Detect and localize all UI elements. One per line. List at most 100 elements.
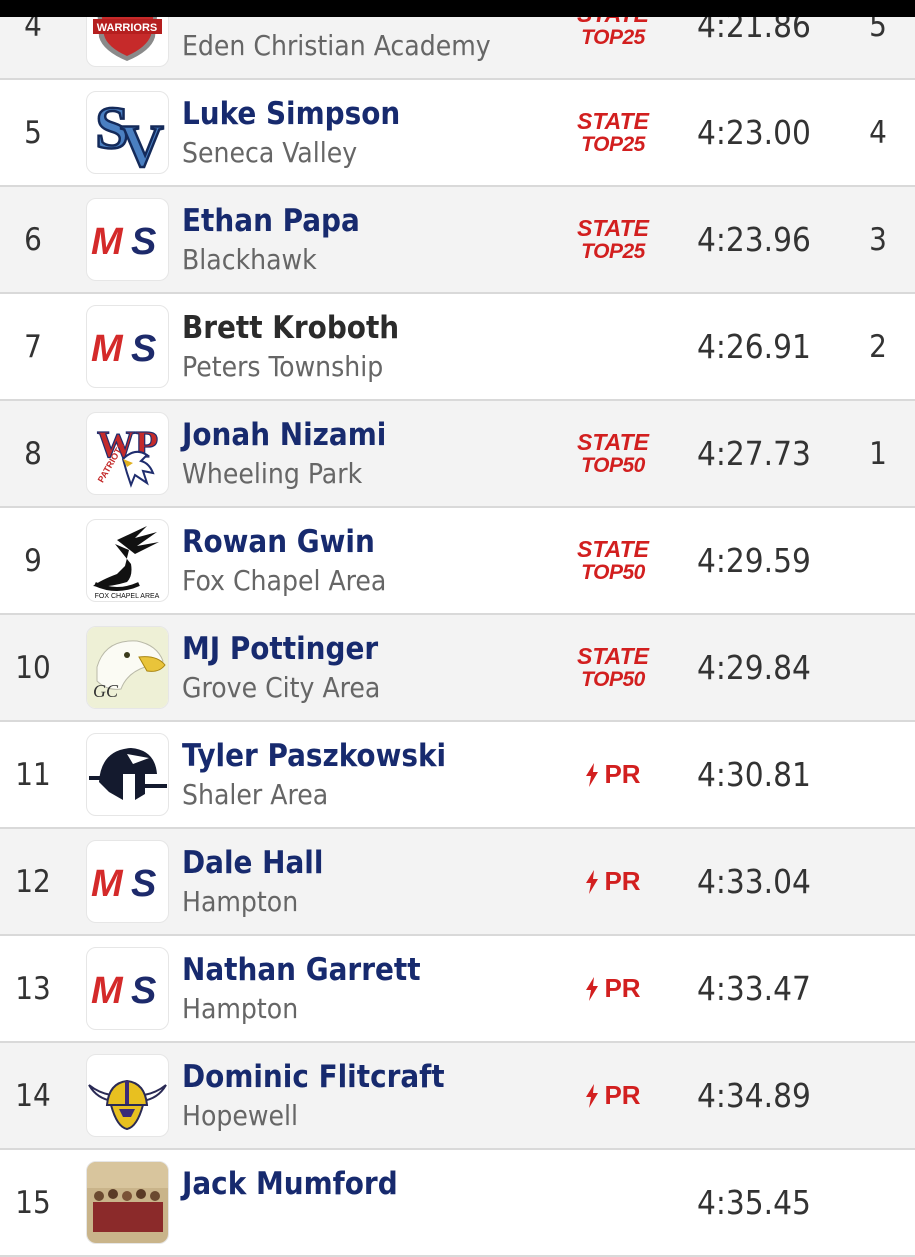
personal-record-badge: PR [572,1043,654,1148]
team-points: 1 [869,435,887,472]
state-rank-badge: STATE TOP50 [572,401,654,506]
school-name[interactable]: Peters Township [182,350,383,383]
finish-time: 4:27.73 [697,434,811,473]
sv-letters-logo: S V [86,91,169,174]
svg-text:V: V [120,113,163,173]
viking-helmet-logo [86,1054,169,1137]
team-points: 2 [869,328,887,365]
pr-label: PR [604,1080,641,1110]
school-name[interactable]: Eden Christian Academy [182,29,491,62]
finish-time: 4:29.84 [697,648,811,687]
athlete-name-link[interactable]: MJ Pottinger [182,631,378,667]
finish-time: 4:33.47 [697,969,811,1008]
place-number: 10 [15,649,51,686]
pr-label: PR [604,973,641,1003]
personal-record-badge: PR [572,936,654,1041]
finish-time: 4:23.00 [697,113,811,152]
athlete-name-link[interactable]: Ethan Papa [182,203,360,239]
result-row[interactable]: 13 M S Nathan Garrett Hampton PR 4:33.47 [0,936,915,1043]
personal-record-badge: PR [572,722,654,827]
school-name[interactable]: Shaler Area [182,778,328,811]
result-row[interactable]: 5 S V Luke Simpson Seneca Valley STATE T… [0,80,915,187]
svg-text:S: S [131,863,156,905]
athlete-name-link[interactable]: Jack Mumford [182,1166,398,1202]
team-points [855,508,901,613]
ms-placeholder-logo: M S [86,305,169,388]
badge-line-2: TOP50 [581,667,645,691]
school-name[interactable]: Hampton [182,992,298,1025]
place-number: 13 [15,970,51,1007]
result-row[interactable]: 11 Tyler Paszkowski Shaler Area PR 4:30.… [0,722,915,829]
school-name[interactable]: Seneca Valley [182,136,357,169]
team-points [855,829,901,934]
team-points [855,615,901,720]
svg-text:M: M [91,970,124,1012]
athlete-name-link[interactable]: Nathan Garrett [182,952,421,988]
result-row[interactable]: 14 Dominic Flitcraft Hopewell PR 4:34.89 [0,1043,915,1150]
lightning-icon [586,1083,599,1108]
finish-time: 4:29.59 [697,541,811,580]
titan-helmet-logo [86,733,169,816]
school-name[interactable]: Blackhawk [182,243,317,276]
svg-text:S: S [131,221,156,263]
ms-placeholder-logo: M S [86,840,169,923]
school-name[interactable]: Hopewell [182,1099,298,1132]
logo-text: WARRIORS [97,22,158,34]
team-points [855,722,901,827]
badge-line-1: STATE [577,642,649,669]
finish-time: 4:30.81 [697,755,811,794]
svg-text:S: S [131,328,156,370]
athlete-name-link[interactable]: Rowan Gwin [182,524,375,560]
place-number: 6 [24,221,42,258]
badge-line-1: STATE [577,214,649,241]
logo-text: GC [93,681,119,701]
result-row[interactable]: 10 GC MJ Pottinger Grove City Area STATE… [0,615,915,722]
patriots-eagle-logo: WP PATRIOTS [86,412,169,495]
result-row[interactable]: 9 FOX CHAPEL AREA Rowan Gwin Fox Chapel … [0,508,915,615]
school-name[interactable]: Grove City Area [182,671,380,704]
state-rank-badge: STATE TOP25 [572,187,654,292]
state-rank-badge: STATE TOP25 [572,80,654,185]
athlete-name: Brett Kroboth [182,310,400,346]
athlete-name-link[interactable]: Dale Hall [182,845,323,881]
badge-line-1: STATE [577,535,649,562]
svg-text:S: S [131,970,156,1012]
ms-placeholder-logo: M S [86,947,169,1030]
result-row[interactable]: 12 M S Dale Hall Hampton PR 4:33.04 [0,829,915,936]
result-row[interactable]: 15 Jack Mumford 4:35.45 [0,1150,915,1257]
team-points: 4 [869,114,887,151]
team-points [855,1043,901,1148]
place-number: 11 [15,756,51,793]
result-row[interactable]: 6 M S Ethan Papa Blackhawk STATE TOP25 4… [0,187,915,294]
result-row[interactable]: 8 WP PATRIOTS Jonah Nizami Wheeling Park… [0,401,915,508]
athlete-name-link[interactable]: Jonah Nizami [182,417,386,453]
badge-line-2: TOP25 [581,132,645,156]
eagle-head-logo: GC [86,626,169,709]
team-points [855,1150,901,1255]
svg-text:M: M [91,863,124,905]
team-photo-logo [86,1161,169,1244]
athlete-name-link[interactable]: Tyler Paszkowski [182,738,446,774]
school-name[interactable]: Wheeling Park [182,457,362,490]
badge-line-2: TOP50 [581,453,645,477]
lightning-icon [586,762,599,787]
results-list: 4 WARRIORS Eden Christian Academy STATE … [0,0,915,1257]
finish-time: 4:33.04 [697,862,811,901]
state-rank-badge: STATE TOP50 [572,615,654,720]
badge-line-2: TOP25 [581,25,645,49]
athlete-name-link[interactable]: Dominic Flitcraft [182,1059,445,1095]
school-name[interactable]: Fox Chapel Area [182,564,386,597]
state-rank-badge: STATE TOP50 [572,508,654,613]
place-number: 8 [24,435,42,472]
pr-label: PR [604,759,641,789]
winged-foot-logo: FOX CHAPEL AREA [86,519,169,602]
lightning-icon [586,976,599,1001]
svg-text:M: M [91,328,124,370]
logo-text: FOX CHAPEL AREA [95,593,160,600]
finish-time: 4:35.45 [697,1183,811,1222]
team-points: 3 [869,221,887,258]
result-row[interactable]: 7 M S Brett Kroboth Peters Township 4:26… [0,294,915,401]
school-name[interactable]: Hampton [182,885,298,918]
place-number: 15 [15,1184,51,1221]
athlete-name-link[interactable]: Luke Simpson [182,96,400,132]
